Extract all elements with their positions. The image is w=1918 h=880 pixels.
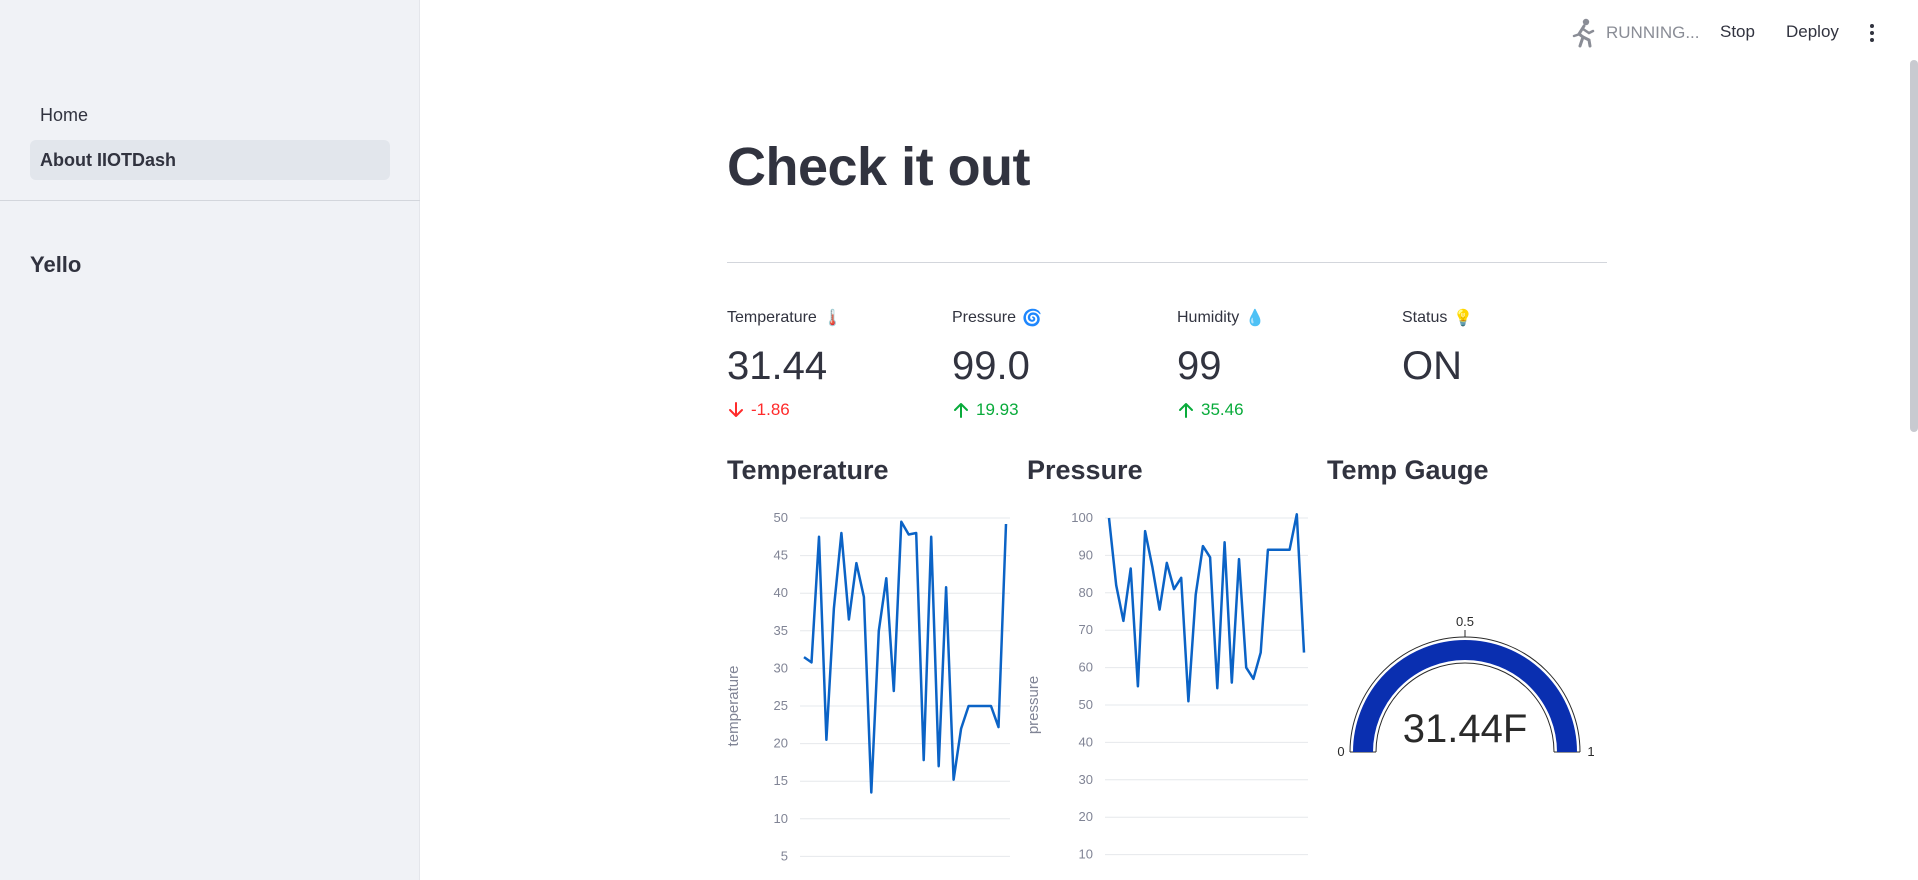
sidebar: Home About IIOTDash Yello	[0, 0, 420, 880]
metric-value: 31.44	[727, 344, 828, 388]
metric-humidity: Humidity 💧 99 35.46	[1177, 306, 1397, 420]
app-window: Home About IIOTDash Yello RUNNING... Sto…	[0, 0, 1918, 880]
metric-status: Status 💡 ON	[1402, 306, 1622, 388]
running-status-text: RUNNING...	[1606, 23, 1700, 42]
pressure-icon: 🌀	[1022, 310, 1042, 327]
y-tick-label: 5	[781, 848, 788, 863]
metric-delta: 35.46	[1177, 400, 1397, 420]
y-axis-label: pressure	[1025, 676, 1042, 734]
series-line	[1107, 513, 1306, 703]
metric-label: Pressure	[952, 309, 1017, 326]
gauge-tick-label: 1	[1587, 744, 1594, 759]
sidebar-item-about[interactable]: About IIOTDash	[30, 140, 390, 180]
y-tick-label: 40	[774, 585, 788, 600]
sidebar-divider	[0, 200, 420, 201]
metric-delta-value: -1.86	[751, 400, 790, 419]
y-tick-label: 50	[774, 510, 788, 525]
y-tick-label: 70	[1079, 622, 1093, 637]
metric-delta-value: 35.46	[1201, 400, 1244, 419]
series-line	[803, 520, 1008, 794]
y-tick-label: 10	[774, 811, 788, 826]
section-title-gauge: Temp Gauge	[1327, 455, 1489, 485]
sidebar-nav: Home About IIOTDash	[30, 95, 390, 185]
metric-label: Temperature	[727, 309, 817, 326]
deploy-button[interactable]: Deploy	[1786, 22, 1839, 42]
arrow-down-icon	[729, 402, 743, 417]
droplet-icon: 💧	[1245, 310, 1266, 327]
thermometer-icon: 🌡️	[822, 310, 843, 327]
metric-temperature: Temperature 🌡️ 31.44 -1.86	[727, 306, 947, 420]
metric-pressure: Pressure 🌀 99.0 19.93	[952, 306, 1172, 420]
y-tick-label: 45	[774, 548, 788, 563]
section-title-pressure: Pressure	[1027, 455, 1143, 485]
arrow-up-icon	[1179, 403, 1193, 418]
y-tick-label: 15	[774, 773, 788, 788]
running-status: RUNNING...	[1570, 18, 1700, 48]
y-tick-label: 50	[1079, 697, 1093, 712]
temperature-gauge: 0 0.5 1 31.44F	[1337, 614, 1594, 759]
running-man-icon	[1572, 18, 1595, 48]
gauge-tick-label: 0	[1337, 744, 1344, 759]
lightbulb-icon: 💡	[1453, 310, 1474, 327]
metric-label: Status	[1402, 309, 1448, 326]
y-tick-label: 20	[1079, 809, 1093, 824]
gauge-value-label: 31.44F	[1403, 707, 1528, 751]
y-tick-label: 60	[1079, 660, 1093, 675]
section-title-temperature: Temperature	[727, 455, 889, 485]
y-tick-label: 25	[774, 698, 788, 713]
y-tick-label: 40	[1079, 734, 1093, 749]
y-tick-label: 20	[774, 736, 788, 751]
metric-value: 99	[1177, 344, 1222, 388]
metric-value: ON	[1402, 344, 1462, 388]
y-tick-label: 35	[774, 623, 788, 638]
page-scrollbar[interactable]	[1910, 60, 1918, 432]
pressure-line-chart[interactable]: 10 20 30 40 50 60 70 80 90 100 pressure	[1020, 500, 1320, 880]
main-divider	[727, 262, 1607, 263]
metric-delta: 19.93	[952, 400, 1172, 420]
page-title: Check it out	[727, 137, 1031, 197]
metric-delta-value: 19.93	[976, 400, 1019, 419]
metric-delta: -1.86	[727, 400, 947, 420]
y-tick-label: 100	[1071, 510, 1093, 525]
y-tick-label: 80	[1079, 585, 1093, 600]
y-tick-label: 10	[1079, 847, 1093, 862]
stop-button[interactable]: Stop	[1720, 22, 1755, 42]
y-tick-label: 90	[1079, 547, 1093, 562]
metric-label: Humidity	[1177, 309, 1240, 326]
y-tick-label: 30	[774, 660, 788, 675]
y-axis-label: temperature	[725, 666, 742, 747]
gauge-tick-label: 0.5	[1456, 614, 1474, 629]
arrow-up-icon	[954, 403, 968, 418]
main-menu-button[interactable]	[1866, 22, 1878, 46]
vertical-dots-icon	[1870, 24, 1874, 28]
temperature-line-chart[interactable]: 5 10 15 20 25 30 35 40 45 50 temperature	[720, 500, 1010, 880]
sidebar-item-home[interactable]: Home	[30, 95, 390, 135]
metric-value: 99.0	[952, 344, 1030, 388]
y-tick-label: 30	[1079, 772, 1093, 787]
sidebar-heading: Yello	[30, 252, 82, 277]
